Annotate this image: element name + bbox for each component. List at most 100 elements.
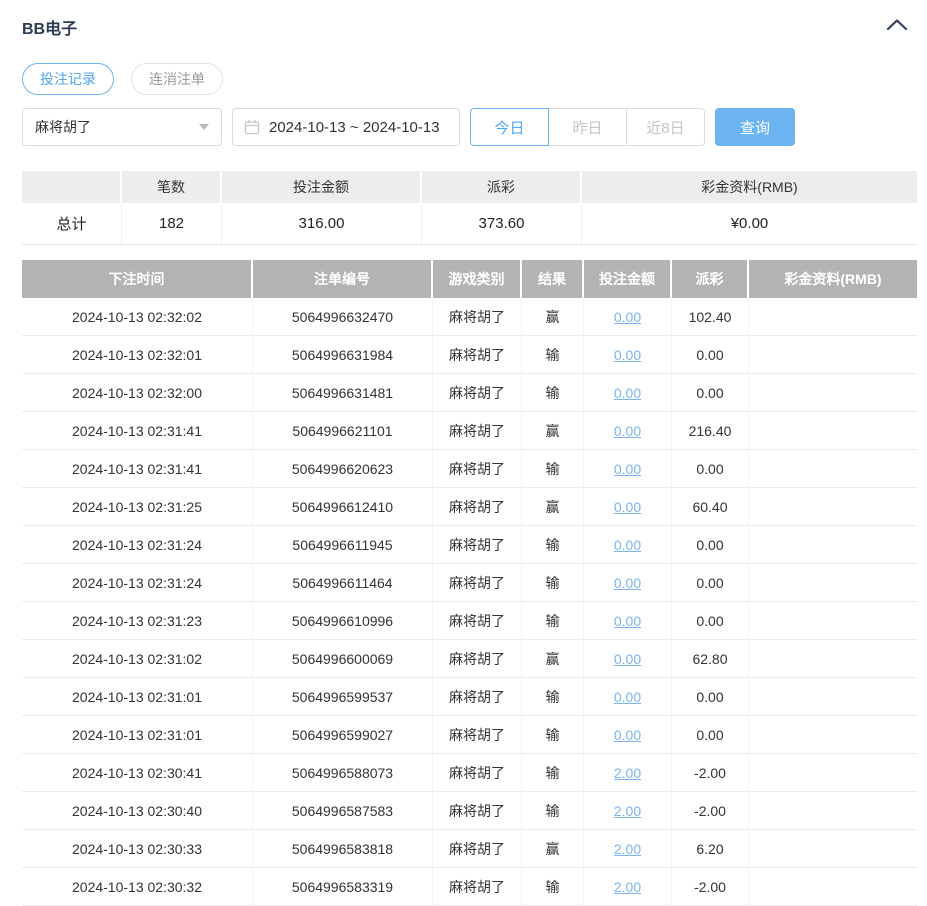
- bet-time: 2024-10-13 02:31:23: [22, 602, 253, 640]
- bet-amount-link[interactable]: 0.00: [614, 575, 641, 591]
- summary-total-count: 182: [122, 203, 222, 245]
- bet-id: 5064996599537: [253, 678, 433, 716]
- game-type: 麻将胡了: [433, 488, 522, 526]
- bet-amount-link[interactable]: 0.00: [614, 651, 641, 667]
- bet-id: 5064996621101: [253, 412, 433, 450]
- bet-time: 2024-10-13 02:31:25: [22, 488, 253, 526]
- bet-amount-link[interactable]: 0.00: [614, 385, 641, 401]
- game-type: 麻将胡了: [433, 298, 522, 336]
- bet-amount-link[interactable]: 2.00: [614, 879, 641, 895]
- jackpot-value: [749, 868, 917, 906]
- tab-betting-records[interactable]: 投注记录: [22, 63, 114, 95]
- bet-amount-cell: 0.00: [584, 602, 672, 640]
- jackpot-value: [749, 678, 917, 716]
- summary-header-payout: 派彩: [422, 171, 582, 203]
- bet-amount-link[interactable]: 0.00: [614, 689, 641, 705]
- tab-cascade-bets[interactable]: 连消注单: [131, 63, 223, 95]
- panel-header: BB电子: [22, 16, 917, 38]
- calendar-icon: [244, 119, 260, 135]
- jackpot-value: [749, 336, 917, 374]
- game-type: 麻将胡了: [433, 716, 522, 754]
- bet-amount-link[interactable]: 0.00: [614, 309, 641, 325]
- bet-result: 输: [522, 678, 584, 716]
- date-range-picker[interactable]: 2024-10-13 ~ 2024-10-13: [232, 108, 460, 146]
- bet-amount-link[interactable]: 2.00: [614, 765, 641, 781]
- game-type: 麻将胡了: [433, 830, 522, 868]
- bet-result: 输: [522, 868, 584, 906]
- bet-time: 2024-10-13 02:31:41: [22, 450, 253, 488]
- bet-id: 5064996611464: [253, 564, 433, 602]
- game-type: 麻将胡了: [433, 526, 522, 564]
- bet-amount-link[interactable]: 0.00: [614, 423, 641, 439]
- jackpot-value: [749, 830, 917, 868]
- bet-id: 5064996599027: [253, 716, 433, 754]
- table-row: 2024-10-13 02:31:25 5064996612410 麻将胡了 赢…: [22, 488, 917, 526]
- record-type-tabs: 投注记录 连消注单: [22, 63, 917, 95]
- game-select[interactable]: 麻将胡了: [22, 108, 222, 146]
- game-type: 麻将胡了: [433, 754, 522, 792]
- table-row: 2024-10-13 02:31:24 5064996611464 麻将胡了 输…: [22, 564, 917, 602]
- range-button-yesterday[interactable]: 昨日: [548, 108, 627, 146]
- bet-id: 5064996631481: [253, 374, 433, 412]
- betting-records-panel: BB电子 投注记录 连消注单 麻将胡了 2024-10-13 ~ 2024-10…: [0, 0, 927, 906]
- tab-label: 投注记录: [40, 71, 96, 87]
- bet-id: 5064996587583: [253, 792, 433, 830]
- range-button-today[interactable]: 今日: [470, 108, 549, 146]
- tab-label: 连消注单: [149, 71, 205, 87]
- bet-id: 5064996610996: [253, 602, 433, 640]
- bet-amount-cell: 0.00: [584, 298, 672, 336]
- summary-header-row: 笔数 投注金额 派彩 彩金资料(RMB): [22, 171, 917, 203]
- bet-amount-link[interactable]: 0.00: [614, 727, 641, 743]
- table-row: 2024-10-13 02:32:01 5064996631984 麻将胡了 输…: [22, 336, 917, 374]
- bet-amount-link[interactable]: 0.00: [614, 537, 641, 553]
- bet-amount-cell: 0.00: [584, 374, 672, 412]
- game-type: 麻将胡了: [433, 336, 522, 374]
- bet-id: 5064996611945: [253, 526, 433, 564]
- bet-amount-cell: 0.00: [584, 488, 672, 526]
- records-body: 2024-10-13 02:32:02 5064996632470 麻将胡了 赢…: [22, 298, 917, 906]
- query-button[interactable]: 查询: [715, 108, 795, 146]
- bet-amount-cell: 2.00: [584, 868, 672, 906]
- bet-id: 5064996620623: [253, 450, 433, 488]
- game-type: 麻将胡了: [433, 868, 522, 906]
- summary-total-row: 总计 182 316.00 373.60 ¥0.00: [22, 203, 917, 245]
- bet-time: 2024-10-13 02:32:01: [22, 336, 253, 374]
- bet-amount-cell: 0.00: [584, 640, 672, 678]
- bet-amount-link[interactable]: 0.00: [614, 461, 641, 477]
- collapse-panel-button[interactable]: [885, 19, 909, 35]
- payout-value: 6.20: [672, 830, 749, 868]
- bet-amount-link[interactable]: 2.00: [614, 841, 641, 857]
- range-button-last8days[interactable]: 近8日: [626, 108, 705, 146]
- payout-value: 0.00: [672, 564, 749, 602]
- table-row: 2024-10-13 02:31:01 5064996599537 麻将胡了 输…: [22, 678, 917, 716]
- col-header-bet-id: 注单编号: [253, 260, 433, 298]
- jackpot-value: [749, 526, 917, 564]
- summary-total-jackpot: ¥0.00: [582, 203, 917, 245]
- table-row: 2024-10-13 02:32:00 5064996631481 麻将胡了 输…: [22, 374, 917, 412]
- payout-value: -2.00: [672, 754, 749, 792]
- bet-amount-cell: 2.00: [584, 792, 672, 830]
- bet-result: 输: [522, 564, 584, 602]
- bet-amount-cell: 0.00: [584, 526, 672, 564]
- bet-amount-cell: 0.00: [584, 336, 672, 374]
- bet-amount-link[interactable]: 2.00: [614, 803, 641, 819]
- col-header-jackpot: 彩金资料(RMB): [749, 260, 917, 298]
- bet-time: 2024-10-13 02:31:24: [22, 526, 253, 564]
- payout-value: 0.00: [672, 602, 749, 640]
- bet-result: 赢: [522, 488, 584, 526]
- bet-time: 2024-10-13 02:30:32: [22, 868, 253, 906]
- bet-result: 输: [522, 754, 584, 792]
- bet-amount-link[interactable]: 0.00: [614, 613, 641, 629]
- bet-result: 赢: [522, 298, 584, 336]
- game-type: 麻将胡了: [433, 602, 522, 640]
- jackpot-value: [749, 716, 917, 754]
- summary-header-bet-amount: 投注金额: [222, 171, 422, 203]
- col-header-payout: 派彩: [672, 260, 749, 298]
- game-type: 麻将胡了: [433, 564, 522, 602]
- jackpot-value: [749, 298, 917, 336]
- bet-time: 2024-10-13 02:30:40: [22, 792, 253, 830]
- bet-amount-link[interactable]: 0.00: [614, 347, 641, 363]
- bet-id: 5064996583319: [253, 868, 433, 906]
- bet-amount-link[interactable]: 0.00: [614, 499, 641, 515]
- table-row: 2024-10-13 02:30:40 5064996587583 麻将胡了 输…: [22, 792, 917, 830]
